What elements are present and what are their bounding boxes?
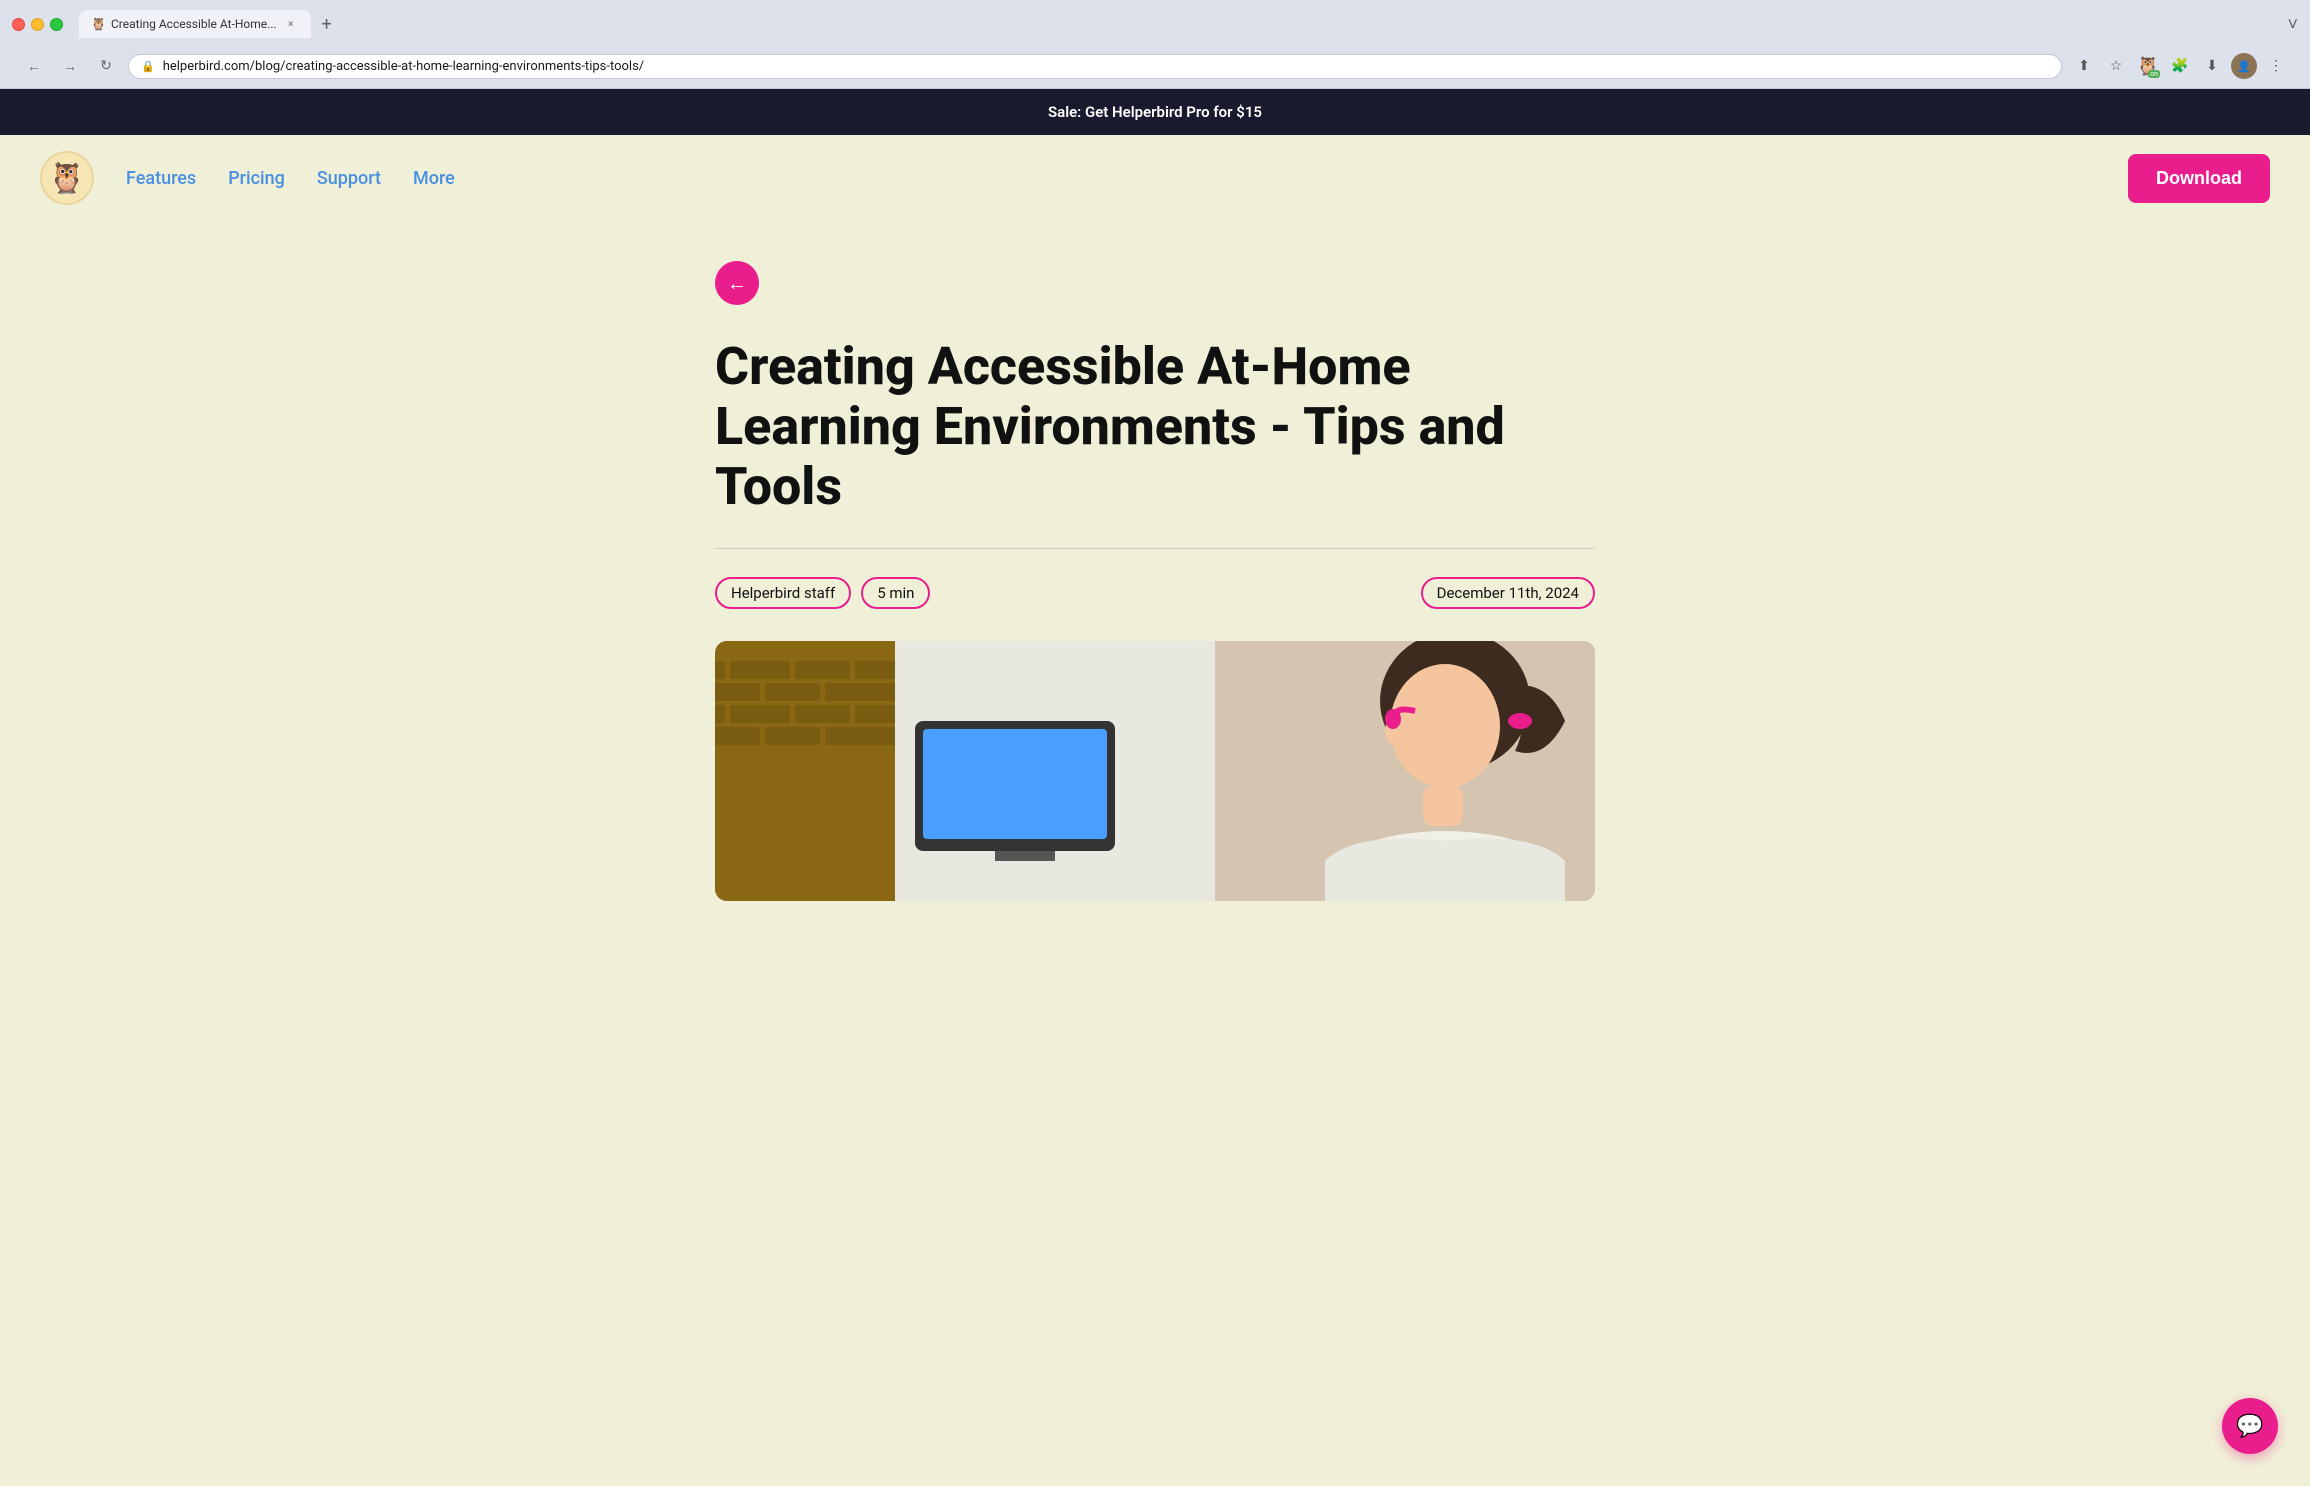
date-tag: December 11th, 2024 bbox=[1421, 577, 1595, 609]
close-traffic-light[interactable] bbox=[12, 18, 25, 31]
toolbar-icons: ⬆ ☆ 🦉 on 🧩 ⬇ 👤 ⋮ bbox=[2070, 52, 2290, 80]
address-text: helperbird.com/blog/creating-accessible-… bbox=[163, 59, 2049, 74]
browser-chrome: 🦉 Creating Accessible At-Home... × + ˅ ←… bbox=[0, 0, 2310, 89]
reload-button[interactable]: ↻ bbox=[92, 52, 120, 80]
minimize-traffic-light[interactable] bbox=[31, 18, 44, 31]
download-button[interactable]: Download bbox=[2128, 154, 2270, 203]
time-tag: 5 min bbox=[861, 577, 930, 609]
maximize-traffic-light[interactable] bbox=[50, 18, 63, 31]
tab-title: Creating Accessible At-Home... bbox=[111, 17, 277, 31]
tab-bar: 🦉 Creating Accessible At-Home... × + bbox=[79, 10, 341, 38]
profile-icon: 👤 bbox=[2231, 53, 2257, 79]
address-security-icon: 🔒 bbox=[141, 60, 155, 73]
site-logo[interactable]: 🦉 bbox=[40, 151, 94, 205]
nav-left: 🦉 Features Pricing Support More bbox=[40, 151, 455, 205]
chat-button[interactable]: 💬 bbox=[2222, 1398, 2278, 1454]
article-meta: Helperbird staff 5 min December 11th, 20… bbox=[715, 577, 1595, 609]
download-icon[interactable]: ⬇ bbox=[2198, 52, 2226, 80]
announcement-text: Sale: Get Helperbird Pro for $15 bbox=[1048, 103, 1262, 121]
meta-tags: Helperbird staff 5 min bbox=[715, 577, 930, 609]
chat-icon: 💬 bbox=[2236, 1414, 2263, 1439]
nav-features[interactable]: Features bbox=[126, 168, 196, 189]
nav-pricing[interactable]: Pricing bbox=[228, 168, 285, 189]
tab-favicon: 🦉 bbox=[91, 17, 105, 31]
logo-emoji: 🦉 bbox=[48, 161, 85, 196]
announcement-bar: Sale: Get Helperbird Pro for $15 bbox=[0, 89, 2310, 135]
back-button[interactable]: ← bbox=[715, 261, 759, 305]
title-bar: 🦉 Creating Accessible At-Home... × + ˅ bbox=[12, 10, 2298, 38]
site-navigation: 🦉 Features Pricing Support More Download bbox=[0, 135, 2310, 221]
author-tag: Helperbird staff bbox=[715, 577, 851, 609]
article-image bbox=[715, 641, 1595, 901]
screen-capture-icon[interactable]: ⬆ bbox=[2070, 52, 2098, 80]
extensions-icon[interactable]: 🧩 bbox=[2166, 52, 2194, 80]
article-title: Creating Accessible At-Home Learning Env… bbox=[715, 337, 1595, 516]
main-content: ← Creating Accessible At-Home Learning E… bbox=[675, 221, 1635, 901]
back-button[interactable]: ← bbox=[20, 52, 48, 80]
tab-close-button[interactable]: × bbox=[283, 16, 299, 32]
new-tab-button[interactable]: + bbox=[313, 10, 341, 38]
extension-helperbird-icon[interactable]: 🦉 on bbox=[2134, 52, 2162, 80]
title-divider bbox=[715, 548, 1595, 549]
bookmark-icon[interactable]: ☆ bbox=[2102, 52, 2130, 80]
browser-toolbar: ← → ↻ 🔒 helperbird.com/blog/creating-acc… bbox=[12, 46, 2298, 88]
traffic-lights bbox=[12, 18, 63, 31]
menu-icon[interactable]: ⋮ bbox=[2262, 52, 2290, 80]
nav-more[interactable]: More bbox=[413, 168, 455, 189]
address-bar[interactable]: 🔒 helperbird.com/blog/creating-accessibl… bbox=[128, 54, 2062, 79]
nav-links: Features Pricing Support More bbox=[126, 168, 455, 189]
profile-avatar[interactable]: 👤 bbox=[2230, 52, 2258, 80]
active-tab[interactable]: 🦉 Creating Accessible At-Home... × bbox=[79, 10, 311, 38]
nav-support[interactable]: Support bbox=[317, 168, 381, 189]
window-controls-chevron: ˅ bbox=[2287, 14, 2298, 35]
forward-button[interactable]: → bbox=[56, 52, 84, 80]
